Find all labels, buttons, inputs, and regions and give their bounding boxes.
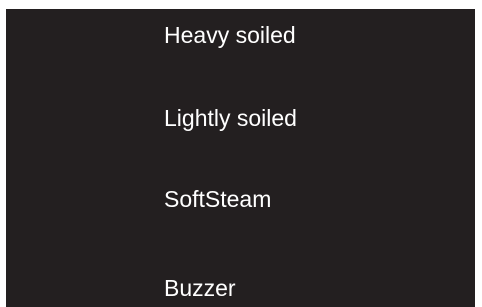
menu-item-label: SoftSteam (164, 185, 272, 212)
menu-item-label: Heavy soiled (164, 21, 296, 48)
menu-item-heavy-soiled[interactable]: Heavy soiled (164, 13, 464, 57)
menu-item-buzzer[interactable]: Buzzer (164, 266, 464, 307)
menu-item-label: Buzzer (164, 274, 236, 301)
menu-item-label: Lightly soiled (164, 104, 297, 131)
menu-item-lightly-soiled[interactable]: Lightly soiled (164, 96, 464, 140)
display-screen: Heavy soiled Lightly soiled SoftSteam Bu… (6, 9, 475, 307)
menu-item-softsteam[interactable]: SoftSteam (164, 177, 464, 221)
